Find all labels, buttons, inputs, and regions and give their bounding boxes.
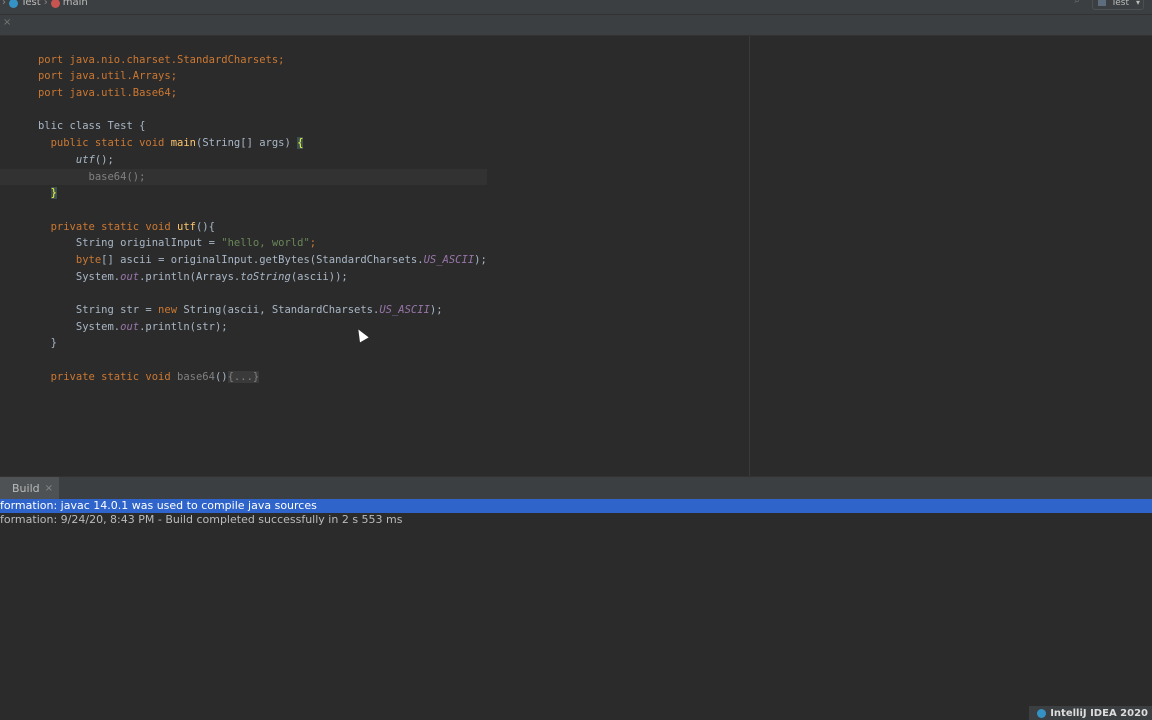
code-text: private static void xyxy=(37,220,178,233)
build-tool-window-header: Build × xyxy=(0,476,1152,499)
static-field: out xyxy=(120,320,140,333)
code-text: String originalInput = xyxy=(37,237,222,250)
code-text: System. xyxy=(37,270,121,283)
static-field: US_ASCII xyxy=(423,253,475,266)
method-name: utf xyxy=(177,220,196,233)
search-icon[interactable]: ⌕ xyxy=(1074,0,1080,6)
code-line[interactable]: blic class Test { xyxy=(0,102,487,132)
code-line[interactable] xyxy=(0,185,487,202)
code-text: .println(Arrays. xyxy=(139,270,241,283)
commented-code: base64(); xyxy=(37,170,146,183)
static-field: US_ASCII xyxy=(379,304,430,317)
code-text: blic class Test { xyxy=(37,120,146,133)
folded-code-block[interactable]: {...} xyxy=(227,370,260,383)
run-configuration-select[interactable]: Test xyxy=(1092,0,1144,10)
code-text: System. xyxy=(37,320,121,333)
code-text: ); xyxy=(429,304,443,317)
build-output-line[interactable]: formation: 9/24/20, 8:43 PM - Build comp… xyxy=(0,513,1152,527)
static-field: out xyxy=(120,270,140,283)
notification-text: IntelliJ IDEA 2020 xyxy=(1050,707,1148,719)
code-line[interactable] xyxy=(0,335,487,352)
build-output-console[interactable]: formation: javac 14.0.1 was used to comp… xyxy=(0,499,1152,720)
build-tab-label: Build xyxy=(12,481,40,495)
tab-build[interactable]: Build × xyxy=(0,477,60,499)
code-editor[interactable]: port java.nio.charset.StandardCharsets; … xyxy=(0,36,1152,476)
notification-badge[interactable]: IntelliJ IDEA 2020 xyxy=(1029,706,1152,720)
method-name: main xyxy=(170,137,196,150)
close-icon[interactable]: × xyxy=(3,17,11,28)
chevron-icon: › xyxy=(43,0,48,8)
code-text: [] ascii = originalInput.getBytes(Standa… xyxy=(101,253,424,266)
method-call: toString xyxy=(240,270,291,283)
code-text: String(ascii, StandardCharsets. xyxy=(177,304,380,317)
breadcrumb-class[interactable]: Test xyxy=(21,0,41,8)
run-configuration-label: Test xyxy=(1111,0,1129,8)
code-text: (); xyxy=(94,153,114,166)
code-text: (String[] args) xyxy=(196,137,298,150)
right-margin-guide xyxy=(749,36,750,476)
code-line[interactable]: String str = new String(ascii, StandardC… xyxy=(0,285,487,316)
matched-brace: { xyxy=(297,137,304,150)
info-icon xyxy=(1037,708,1047,718)
unused-method-name: base64 xyxy=(177,370,215,383)
keyword: byte xyxy=(75,253,102,266)
code-text: ; xyxy=(309,237,317,250)
matched-brace: } xyxy=(50,187,57,200)
code-text: (){ xyxy=(195,220,215,233)
code-text: } xyxy=(37,337,57,350)
keyword: new xyxy=(158,304,178,317)
code-text: () xyxy=(214,370,228,383)
code-text: (ascii)); xyxy=(290,270,348,283)
build-output-line-selected[interactable]: formation: javac 14.0.1 was used to comp… xyxy=(0,499,1152,513)
code-text: public static void xyxy=(37,137,171,150)
close-icon[interactable]: × xyxy=(45,483,53,494)
breadcrumb: › Test › main xyxy=(2,0,88,8)
string-literal: "hello, world" xyxy=(221,237,310,250)
code-area[interactable]: port java.nio.charset.StandardCharsets; … xyxy=(0,36,487,383)
code-text: port java.util.Arrays; xyxy=(37,70,178,83)
method-icon xyxy=(50,0,60,8)
code-text: String str = xyxy=(37,304,159,317)
code-text: port java.util.Base64; xyxy=(37,87,178,100)
breadcrumb-method[interactable]: main xyxy=(63,0,88,8)
class-icon xyxy=(9,0,18,8)
chevron-icon: › xyxy=(2,0,6,8)
code-line[interactable]: private static void base64(){...} xyxy=(0,352,487,383)
method-call: utf xyxy=(75,153,95,166)
code-text: .println(str); xyxy=(139,320,228,333)
code-text: ); xyxy=(474,253,487,266)
editor-tab-bar: × xyxy=(0,15,1152,36)
code-line[interactable]: private static void utf(){ xyxy=(0,202,487,233)
code-text: port java.nio.charset.StandardCharsets; xyxy=(37,53,285,66)
navigation-bar: › Test › main ⌕ Test xyxy=(0,0,1152,15)
code-line[interactable]: port java.nio.charset.StandardCharsets; xyxy=(0,36,487,66)
code-text: private static void xyxy=(37,370,178,383)
